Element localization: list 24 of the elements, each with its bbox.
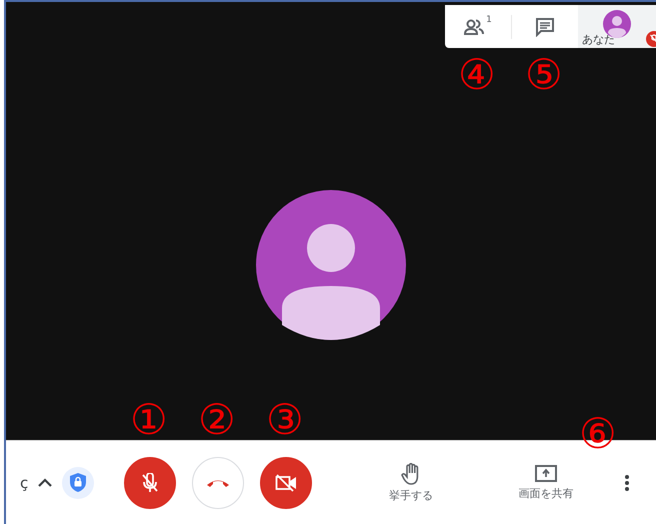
meeting-code: ç bbox=[20, 474, 28, 492]
screen-share-icon bbox=[535, 464, 557, 482]
people-count: 1 bbox=[486, 15, 492, 25]
camera-button[interactable] bbox=[260, 456, 312, 508]
mic-off-icon bbox=[141, 472, 159, 492]
shield-lock-icon bbox=[70, 473, 86, 492]
camera-off-icon bbox=[275, 474, 297, 492]
self-label: あなた bbox=[582, 32, 615, 47]
annotation-number: ⑤ bbox=[525, 52, 563, 98]
raise-hand-button[interactable]: 挙手する bbox=[346, 462, 476, 502]
annotation-number: ② bbox=[198, 396, 236, 442]
annotation-number: ① bbox=[130, 396, 168, 442]
people-icon bbox=[464, 18, 486, 36]
security-button[interactable] bbox=[62, 466, 94, 498]
annotation-number: ④ bbox=[458, 52, 496, 98]
microphone-button[interactable] bbox=[124, 456, 176, 508]
annotation-number: ③ bbox=[266, 396, 304, 442]
people-button[interactable]: 1 bbox=[445, 5, 511, 48]
hand-icon bbox=[401, 462, 421, 484]
details-button[interactable] bbox=[38, 478, 52, 487]
chat-icon[interactable] bbox=[535, 16, 555, 36]
share-screen-button[interactable]: 画面を共有 bbox=[481, 464, 611, 500]
more-icon bbox=[625, 474, 629, 490]
phone-icon bbox=[206, 478, 230, 488]
